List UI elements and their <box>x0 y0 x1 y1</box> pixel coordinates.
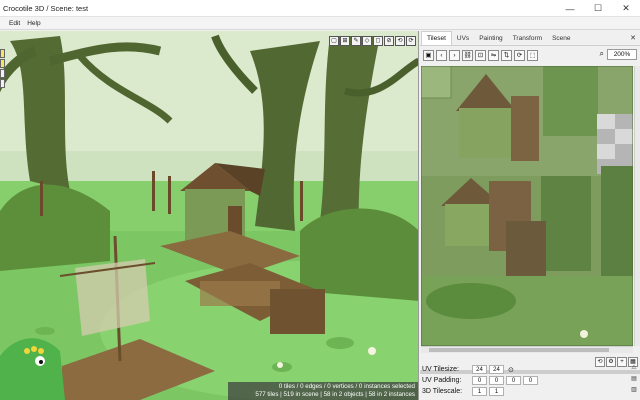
tileset-next-button[interactable]: › <box>449 50 460 61</box>
draw-tool-button[interactable]: ✎ <box>351 36 361 46</box>
link-icon[interactable]: ⊙ <box>508 366 514 374</box>
status-scene-counts: 577 tiles | 519 in scene | 58 in 2 objec… <box>255 391 415 398</box>
uv-tilesize-y[interactable]: 24 <box>489 365 504 374</box>
menu-edit[interactable]: Edit <box>9 20 20 27</box>
tab-uvs[interactable]: UVs <box>452 32 474 45</box>
stack-icon[interactable]: ▤ <box>630 375 638 384</box>
mode-tool-3[interactable] <box>0 69 5 78</box>
side-icons: ⚠ ▤ ▥ <box>630 364 638 395</box>
tab-painting[interactable]: Painting <box>474 32 508 45</box>
tileset-flip-h-icon[interactable]: ⇋ <box>488 50 499 61</box>
vertex-tool-button[interactable]: ◇ <box>362 36 372 46</box>
warning-icon[interactable]: ⚠ <box>630 364 638 373</box>
box-tool-button[interactable]: ◻ <box>373 36 383 46</box>
tileset-select-icon[interactable]: ⬚ <box>527 50 538 61</box>
tilescale-y[interactable]: 1 <box>489 387 504 396</box>
status-selected: 0 tiles / 0 edges / 0 vertices / 0 insta… <box>278 383 415 390</box>
undo-button[interactable]: ⟲ <box>395 36 405 46</box>
uv-padding-top[interactable]: 0 <box>472 376 487 385</box>
tileset-flip-v-icon[interactable]: ⇅ <box>501 50 512 61</box>
redo-button[interactable]: ⟳ <box>406 36 416 46</box>
uv-padding-bottom[interactable]: 0 <box>506 376 521 385</box>
tilescale-label: 3D Tilescale: <box>422 388 463 395</box>
tileset-canvas[interactable] <box>421 66 633 346</box>
mode-tool-2[interactable] <box>0 59 5 68</box>
maximize-button[interactable]: ☐ <box>584 0 612 17</box>
panel-tabs: Tileset UVs Painting Transform Scene <box>420 31 640 46</box>
zoom-field[interactable]: 200% <box>607 49 637 60</box>
zoom-icon: ⌕ <box>599 49 604 58</box>
erase-tool-button[interactable]: ⊘ <box>384 36 394 46</box>
tileset-prev-button[interactable]: ‹ <box>436 50 447 61</box>
tileset-image <box>421 66 633 346</box>
uv-tilesize-x[interactable]: 24 <box>472 365 487 374</box>
left-tool-strip <box>0 49 5 88</box>
tileset-rotate-icon[interactable]: ⟳ <box>514 50 525 61</box>
tileset-image-icon[interactable]: ▣ <box>423 50 434 61</box>
grid-tool-button[interactable]: ⊞ <box>340 36 350 46</box>
menu-bar: Edit Help <box>0 17 640 30</box>
3d-viewport[interactable]: ▢ ⊞ ✎ ◇ ◻ ⊘ ⟲ ⟳ 0 tiles / 0 edges / 0 ve… <box>0 31 419 400</box>
tileset-vertical-scrollbar[interactable] <box>634 66 640 346</box>
tile-settings-icon[interactable]: ⚙ <box>606 357 616 367</box>
viewport-toolbar: ▢ ⊞ ✎ ◇ ◻ ⊘ ⟲ ⟳ <box>329 36 416 46</box>
tilescale-row: 3D Tilescale: 1 1 <box>422 386 506 397</box>
tilescale-x[interactable]: 1 <box>472 387 487 396</box>
mode-tool-4[interactable] <box>0 79 5 88</box>
minimize-button[interactable]: — <box>556 0 584 17</box>
tab-transform[interactable]: Transform <box>508 32 547 45</box>
tab-tileset[interactable]: Tileset <box>421 31 452 45</box>
tile-add-icon[interactable]: + <box>617 357 627 367</box>
uv-tilesize-label: UV Tilesize: <box>422 366 459 373</box>
title-bar: Crocotile 3D / Scene: test — ☐ ✕ <box>0 0 640 17</box>
scroll-thumb[interactable] <box>429 348 609 352</box>
side-panel: Tileset UVs Painting Transform Scene ✕ ▣… <box>420 31 640 400</box>
panel-close-icon[interactable]: ✕ <box>630 34 636 42</box>
tileset-horizontal-scrollbar[interactable] <box>421 346 633 353</box>
selection-status: 0 tiles / 0 edges / 0 vertices / 0 insta… <box>228 382 418 400</box>
swamp-scene <box>0 31 418 400</box>
tileset-link-icon[interactable]: ⛓ <box>462 50 473 61</box>
uv-padding-right[interactable]: 0 <box>489 376 504 385</box>
uv-padding-label: UV Padding: <box>422 377 462 384</box>
menu-help[interactable]: Help <box>27 20 40 27</box>
mode-tool-1[interactable] <box>0 49 5 58</box>
close-button[interactable]: ✕ <box>612 0 640 17</box>
window-title: Crocotile 3D / Scene: test <box>3 3 89 13</box>
uv-padding-left[interactable]: 0 <box>523 376 538 385</box>
tile-rotate-icon[interactable]: ⟲ <box>595 357 605 367</box>
select-tool-button[interactable]: ▢ <box>329 36 339 46</box>
tileset-fit-icon[interactable]: ⊡ <box>475 50 486 61</box>
tab-scene[interactable]: Scene <box>547 32 575 45</box>
trash-icon[interactable]: ▥ <box>630 386 638 395</box>
uv-padding-row: UV Padding: 0 0 0 0 <box>422 375 540 386</box>
uv-tilesize-row: UV Tilesize: 24 24 ⊙ <box>422 364 514 375</box>
